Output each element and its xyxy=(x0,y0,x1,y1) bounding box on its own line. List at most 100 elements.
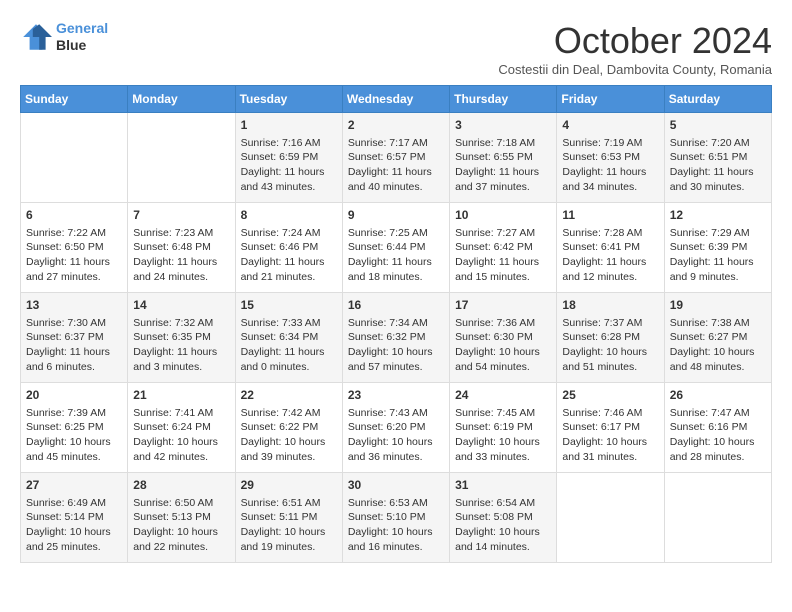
calendar-cell: 10Sunrise: 7:27 AMSunset: 6:42 PMDayligh… xyxy=(450,203,557,293)
day-info: Daylight: 10 hours and 14 minutes. xyxy=(455,525,551,554)
day-number: 20 xyxy=(26,387,122,404)
day-info: Sunrise: 7:16 AM xyxy=(241,136,337,151)
calendar-cell: 12Sunrise: 7:29 AMSunset: 6:39 PMDayligh… xyxy=(664,203,771,293)
calendar-week-1: 1Sunrise: 7:16 AMSunset: 6:59 PMDaylight… xyxy=(21,113,772,203)
day-info: Daylight: 11 hours and 9 minutes. xyxy=(670,255,766,284)
day-info: Daylight: 10 hours and 45 minutes. xyxy=(26,435,122,464)
day-info: Sunrise: 7:47 AM xyxy=(670,406,766,421)
header-tuesday: Tuesday xyxy=(235,86,342,113)
calendar-week-2: 6Sunrise: 7:22 AMSunset: 6:50 PMDaylight… xyxy=(21,203,772,293)
title-block: October 2024 Costestii din Deal, Dambovi… xyxy=(498,20,772,77)
day-info: Daylight: 11 hours and 27 minutes. xyxy=(26,255,122,284)
day-info: Sunrise: 7:43 AM xyxy=(348,406,444,421)
day-info: Daylight: 11 hours and 40 minutes. xyxy=(348,165,444,194)
day-info: Sunset: 6:16 PM xyxy=(670,420,766,435)
calendar-cell: 25Sunrise: 7:46 AMSunset: 6:17 PMDayligh… xyxy=(557,383,664,473)
calendar-cell: 26Sunrise: 7:47 AMSunset: 6:16 PMDayligh… xyxy=(664,383,771,473)
day-info: Daylight: 11 hours and 37 minutes. xyxy=(455,165,551,194)
day-info: Sunrise: 7:41 AM xyxy=(133,406,229,421)
calendar-cell: 5Sunrise: 7:20 AMSunset: 6:51 PMDaylight… xyxy=(664,113,771,203)
day-info: Daylight: 11 hours and 15 minutes. xyxy=(455,255,551,284)
calendar-cell: 14Sunrise: 7:32 AMSunset: 6:35 PMDayligh… xyxy=(128,293,235,383)
day-info: Sunset: 5:08 PM xyxy=(455,510,551,525)
calendar-cell: 1Sunrise: 7:16 AMSunset: 6:59 PMDaylight… xyxy=(235,113,342,203)
day-number: 25 xyxy=(562,387,658,404)
calendar-cell: 31 Sunrise: 6:54 AMSunset: 5:08 PMDayligh… xyxy=(450,473,557,563)
calendar-cell: 9Sunrise: 7:25 AMSunset: 6:44 PMDaylight… xyxy=(342,203,449,293)
day-info: Sunset: 6:32 PM xyxy=(348,330,444,345)
day-info: Sunset: 6:22 PM xyxy=(241,420,337,435)
day-info: Daylight: 10 hours and 22 minutes. xyxy=(133,525,229,554)
day-info: Sunrise: 7:18 AM xyxy=(455,136,551,151)
day-info: Daylight: 11 hours and 30 minutes. xyxy=(670,165,766,194)
day-info: Sunset: 5:14 PM xyxy=(26,510,122,525)
day-info: Sunset: 6:25 PM xyxy=(26,420,122,435)
calendar-table: SundayMondayTuesdayWednesdayThursdayFrid… xyxy=(20,85,772,563)
day-info: Daylight: 11 hours and 0 minutes. xyxy=(241,345,337,374)
day-info: Sunrise: 6:51 AM xyxy=(241,496,337,511)
day-info: Daylight: 10 hours and 51 minutes. xyxy=(562,345,658,374)
day-info: Sunrise: 7:30 AM xyxy=(26,316,122,331)
day-number: 6 xyxy=(26,207,122,224)
day-info: Sunrise: 7:27 AM xyxy=(455,226,551,241)
day-info: Sunrise: 7:28 AM xyxy=(562,226,658,241)
logo-text: General Blue xyxy=(56,20,108,54)
day-number: 3 xyxy=(455,117,551,134)
day-info: Sunset: 6:51 PM xyxy=(670,150,766,165)
calendar-cell: 16Sunrise: 7:34 AMSunset: 6:32 PMDayligh… xyxy=(342,293,449,383)
day-info: Sunset: 6:27 PM xyxy=(670,330,766,345)
calendar-cell: 24Sunrise: 7:45 AMSunset: 6:19 PMDayligh… xyxy=(450,383,557,473)
day-info: Sunset: 6:50 PM xyxy=(26,240,122,255)
day-info: Sunrise: 7:25 AM xyxy=(348,226,444,241)
day-info: Sunset: 5:13 PM xyxy=(133,510,229,525)
calendar-cell: 27Sunrise: 6:49 AMSunset: 5:14 PMDayligh… xyxy=(21,473,128,563)
calendar-cell: 19Sunrise: 7:38 AMSunset: 6:27 PMDayligh… xyxy=(664,293,771,383)
day-info: Daylight: 11 hours and 3 minutes. xyxy=(133,345,229,374)
day-info: Sunrise: 6:53 AM xyxy=(348,496,444,511)
day-info: Sunrise: 7:22 AM xyxy=(26,226,122,241)
calendar-cell: 8Sunrise: 7:24 AMSunset: 6:46 PMDaylight… xyxy=(235,203,342,293)
day-info: Daylight: 11 hours and 6 minutes. xyxy=(26,345,122,374)
day-number: 16 xyxy=(348,297,444,314)
day-info: Sunrise: 6:54 AM xyxy=(455,496,551,511)
day-number: 17 xyxy=(455,297,551,314)
day-number: 23 xyxy=(348,387,444,404)
day-info: Sunrise: 7:17 AM xyxy=(348,136,444,151)
calendar-week-5: 27Sunrise: 6:49 AMSunset: 5:14 PMDayligh… xyxy=(21,473,772,563)
location-subtitle: Costestii din Deal, Dambovita County, Ro… xyxy=(498,62,772,77)
day-info: Sunrise: 7:45 AM xyxy=(455,406,551,421)
logo: General Blue xyxy=(20,20,108,54)
day-info: Sunrise: 6:49 AM xyxy=(26,496,122,511)
day-info: Daylight: 10 hours and 42 minutes. xyxy=(133,435,229,464)
calendar-cell xyxy=(21,113,128,203)
day-info: Sunset: 5:11 PM xyxy=(241,510,337,525)
day-number: 31 xyxy=(455,477,551,494)
calendar-cell: 29Sunrise: 6:51 AMSunset: 5:11 PMDayligh… xyxy=(235,473,342,563)
calendar-cell xyxy=(664,473,771,563)
header-wednesday: Wednesday xyxy=(342,86,449,113)
day-info: Sunset: 6:24 PM xyxy=(133,420,229,435)
day-info: Sunrise: 7:29 AM xyxy=(670,226,766,241)
day-number: 24 xyxy=(455,387,551,404)
day-info: Sunset: 6:19 PM xyxy=(455,420,551,435)
header-monday: Monday xyxy=(128,86,235,113)
day-number: 28 xyxy=(133,477,229,494)
day-info: Daylight: 10 hours and 25 minutes. xyxy=(26,525,122,554)
day-number: 15 xyxy=(241,297,337,314)
day-info: Sunset: 6:35 PM xyxy=(133,330,229,345)
day-info: Sunrise: 7:46 AM xyxy=(562,406,658,421)
day-info: Sunrise: 7:37 AM xyxy=(562,316,658,331)
day-info: Sunset: 6:30 PM xyxy=(455,330,551,345)
day-info: Sunrise: 7:42 AM xyxy=(241,406,337,421)
calendar-cell: 30Sunrise: 6:53 AMSunset: 5:10 PMDayligh… xyxy=(342,473,449,563)
day-info: Sunrise: 7:20 AM xyxy=(670,136,766,151)
calendar-cell: 23Sunrise: 7:43 AMSunset: 6:20 PMDayligh… xyxy=(342,383,449,473)
calendar-cell: 28Sunrise: 6:50 AMSunset: 5:13 PMDayligh… xyxy=(128,473,235,563)
day-info: Sunrise: 7:24 AM xyxy=(241,226,337,241)
day-number: 30 xyxy=(348,477,444,494)
day-info: Sunrise: 7:19 AM xyxy=(562,136,658,151)
day-number: 26 xyxy=(670,387,766,404)
day-info: Daylight: 10 hours and 19 minutes. xyxy=(241,525,337,554)
day-info: Daylight: 10 hours and 54 minutes. xyxy=(455,345,551,374)
day-info: Daylight: 10 hours and 31 minutes. xyxy=(562,435,658,464)
